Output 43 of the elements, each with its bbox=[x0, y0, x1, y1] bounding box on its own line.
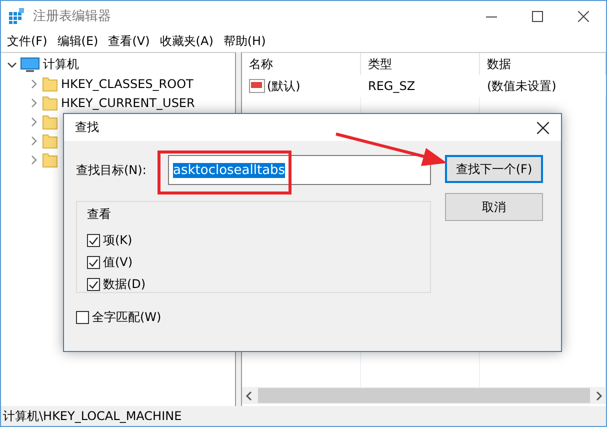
string-value-icon bbox=[249, 78, 265, 94]
dialog-title: 查找 bbox=[75, 119, 99, 136]
tree-item[interactable]: 计算机 bbox=[43, 56, 79, 73]
folder-icon bbox=[42, 132, 58, 148]
close-icon bbox=[578, 10, 588, 22]
menu-item[interactable]: 收藏夹(A) bbox=[156, 33, 220, 50]
checkbox-label: 项(K) bbox=[103, 232, 132, 249]
checkbox-label: 数据(D) bbox=[103, 276, 146, 293]
collapse-icon[interactable] bbox=[7, 60, 17, 70]
find-label: 查找目标(N): bbox=[76, 162, 148, 178]
value-name[interactable]: (默认) bbox=[267, 78, 300, 94]
registry-icon bbox=[9, 8, 25, 24]
menu-item[interactable]: 编辑(E) bbox=[53, 33, 104, 50]
menu-item[interactable]: 文件(F) bbox=[3, 33, 54, 50]
horizontal-scrollbar[interactable] bbox=[242, 387, 606, 404]
menu-item[interactable]: 查看(V) bbox=[104, 33, 156, 50]
status-bar: 计算机\HKEY_LOCAL_MACHINE bbox=[1, 406, 606, 426]
folder-icon bbox=[42, 152, 58, 168]
checkbox-label: 全字匹配(W) bbox=[92, 308, 162, 326]
checkbox-label: 值(V) bbox=[103, 254, 133, 271]
checkbox[interactable] bbox=[76, 310, 89, 324]
checkbox[interactable] bbox=[87, 256, 100, 269]
checkbox[interactable] bbox=[87, 234, 100, 247]
folder-icon bbox=[42, 94, 58, 110]
tree-item[interactable]: HKEY_CURRENT_USER bbox=[61, 96, 195, 110]
column-header[interactable]: 类型 bbox=[361, 53, 480, 75]
menu-item[interactable]: 帮助(H) bbox=[219, 33, 272, 50]
cancel-button[interactable]: 取消 bbox=[445, 193, 543, 221]
column-header[interactable]: 名称 bbox=[242, 53, 361, 75]
window-title: 注册表编辑器 bbox=[33, 8, 111, 25]
column-header[interactable]: 数据 bbox=[480, 53, 606, 75]
tree-item[interactable]: HKEY_CLASSES_ROOT bbox=[61, 76, 194, 90]
checkbox[interactable] bbox=[87, 278, 100, 291]
folder-icon bbox=[42, 114, 58, 130]
value-data: (数值未设置) bbox=[487, 78, 556, 94]
computer-icon bbox=[20, 56, 40, 72]
find-next-button[interactable]: 查找下一个(F) bbox=[445, 155, 543, 183]
close-icon[interactable] bbox=[537, 122, 549, 134]
folder-icon bbox=[42, 76, 58, 92]
maximize-icon bbox=[532, 10, 542, 22]
value-type: REG_SZ bbox=[368, 79, 416, 93]
find-field[interactable]: asktoclosealltabs bbox=[168, 155, 431, 185]
group-label: 查看 bbox=[87, 206, 112, 223]
